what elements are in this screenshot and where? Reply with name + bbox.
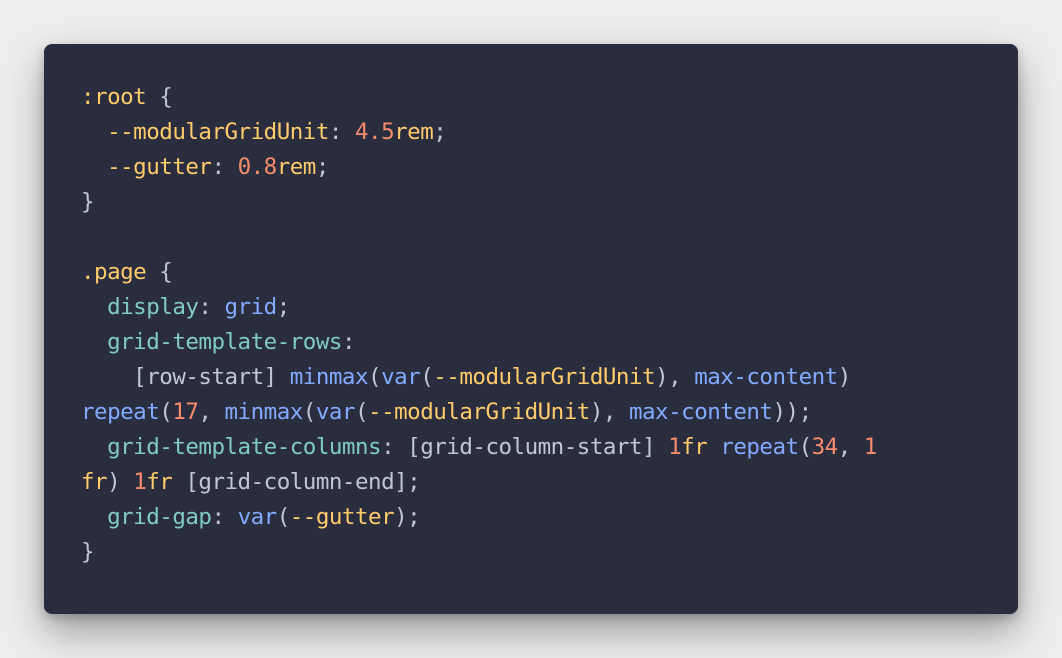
code-line: display: grid;: [81, 290, 877, 325]
code-token-varname: --modularGridUnit: [368, 399, 590, 425]
code-token-varname: --gutter: [289, 504, 395, 530]
code-token-punct: (: [276, 504, 291, 530]
code-line: grid-template-columns: [grid-column-star…: [81, 430, 877, 465]
code-line: --modularGridUnit: 4.5rem;: [81, 115, 877, 150]
code-line: grid-gap: var(--gutter);: [81, 500, 877, 535]
code-token-punct: (: [302, 399, 317, 425]
code-token-prop: grid-gap: [107, 504, 212, 530]
code-line: grid-template-rows:: [81, 325, 877, 360]
code-token-punct: (: [159, 399, 173, 425]
code-line: :root {: [81, 80, 877, 115]
code-token-fn: var: [237, 504, 278, 530]
code-token-fn: repeat: [81, 399, 160, 425]
code-token-unit: fr: [681, 434, 708, 460]
code-token-punct: :: [211, 504, 238, 530]
code-token-punct: (: [354, 399, 369, 425]
code-token-fn: minmax: [224, 399, 304, 425]
code-token-punct: );: [394, 504, 421, 530]
code-token-punct: {: [146, 84, 173, 110]
code-token-selector: :root: [81, 84, 147, 110]
code-line: .page {: [81, 255, 877, 290]
code-token-number: 1: [668, 434, 682, 460]
code-token-varname: --modularGridUnit: [107, 119, 329, 145]
code-token-number: 0.8: [237, 154, 278, 180]
code-line: --gutter: 0.8rem;: [81, 150, 877, 185]
code-token-punct: (: [798, 434, 813, 460]
code-token-fn: var: [315, 399, 356, 425]
code-token-value: max-content: [628, 399, 773, 425]
code-line: [row-start] minmax(var(--modularGridUnit…: [81, 360, 877, 395]
code-token-fn: var: [381, 364, 421, 390]
code-token-punct: :: [198, 294, 225, 320]
code-token-plain: [row-start]: [81, 364, 290, 390]
code-token-punct: (: [420, 364, 434, 390]
code-token-punct: ;: [433, 119, 447, 145]
code-token-selector: .page: [81, 259, 147, 285]
code-token-prop: grid-template-rows: [107, 329, 342, 355]
code-token-number: 4.5: [354, 119, 395, 145]
code-token-punct: :: [328, 119, 355, 145]
code-token-punct: ),: [589, 399, 629, 425]
code-token-punct: [grid-column-end];: [172, 469, 421, 495]
code-line: }: [81, 535, 877, 570]
code-token-unit: rem: [394, 119, 434, 145]
code-token-punct: ));: [772, 399, 812, 425]
code-token-punct: :: [341, 329, 356, 355]
code-token-punct: }: [81, 189, 95, 215]
code-token-value: max-content: [694, 364, 838, 390]
code-line: fr) 1fr [grid-column-end];: [81, 465, 877, 500]
code-token-unit: fr: [81, 469, 108, 495]
code-token-fn: repeat: [720, 434, 799, 460]
code-token-punct: ;: [315, 154, 330, 180]
code-token-number: 1: [133, 469, 147, 495]
code-token-punct: ),: [655, 364, 695, 390]
code-token-fn: minmax: [289, 364, 369, 390]
code-token-unit: fr: [146, 469, 173, 495]
code-token-value: grid: [224, 294, 278, 320]
code-token-punct: ): [837, 364, 852, 390]
code-token-punct: ,: [837, 434, 864, 460]
code-token-number: 1: [863, 434, 878, 460]
code-editor-window: :root { --modularGridUnit: 4.5rem; --gut…: [44, 44, 1018, 614]
code-token-punct: ): [107, 469, 134, 495]
code-token-varname: --modularGridUnit: [433, 364, 656, 390]
code-token-prop: grid-template-columns: [107, 434, 382, 460]
code-token-punct: ,: [198, 399, 225, 425]
code-token-punct: ;: [276, 294, 291, 320]
code-token-punct: {: [146, 259, 173, 285]
code-token-punct: :: [211, 154, 238, 180]
code-token-punct: }: [81, 539, 95, 565]
code-token-punct: : [grid-column-start]: [381, 434, 669, 460]
code-token-unit: rem: [276, 154, 317, 180]
code-token-prop: display: [107, 294, 199, 320]
code-line: repeat(17, minmax(var(--modularGridUnit)…: [81, 395, 877, 430]
code-token-varname: --gutter: [107, 154, 212, 180]
code-token-punct: (: [368, 364, 382, 390]
code-token-number: 34: [811, 434, 839, 460]
code-token-number: 17: [172, 399, 199, 425]
code-line: }: [81, 185, 877, 220]
code-block[interactable]: :root { --modularGridUnit: 4.5rem; --gut…: [81, 80, 877, 570]
